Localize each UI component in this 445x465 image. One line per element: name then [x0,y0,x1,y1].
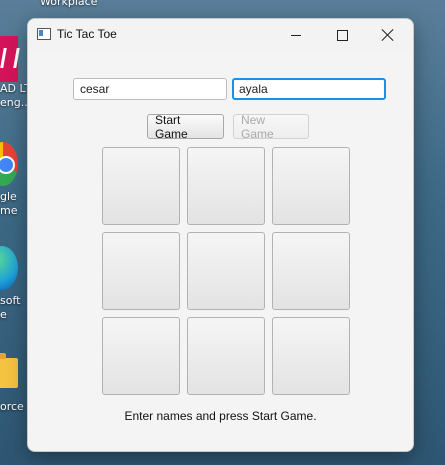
player2-name-input[interactable] [232,78,386,100]
chrome-icon[interactable] [0,142,18,186]
desktop-label-gle: gle [0,190,17,203]
desktop-label-me: me [0,204,18,217]
status-message: Enter names and press Start Game. [124,409,317,423]
maximize-icon [336,29,348,41]
board-cell-0[interactable] [102,147,180,225]
tic-tac-toe-window: Tic Tac Toe Start Game New Game Enter na… [27,18,414,452]
new-game-button[interactable]: New Game [233,113,309,141]
app-window-icon [37,28,51,40]
window-title: Tic Tac Toe [57,27,117,41]
board-cell-4[interactable] [187,232,265,310]
board-cell-6[interactable] [102,317,180,395]
minimize-icon [291,34,301,36]
board-cell-1[interactable] [187,147,265,225]
close-button[interactable] [365,19,411,51]
folder-icon[interactable] [0,353,18,388]
desktop-label-e: e [0,308,7,321]
board-cell-5[interactable] [272,232,350,310]
board-cell-8[interactable] [272,317,350,395]
player1-name-input[interactable] [73,78,227,100]
desktop-label-workplace: Workplace [40,0,98,8]
desktop-label-soft: soft [0,294,21,307]
close-icon [382,29,394,41]
app-shortcut-icon[interactable] [0,36,18,82]
desktop-label-orce: orce [0,400,24,413]
title-bar[interactable]: Tic Tac Toe [28,19,413,51]
edge-icon[interactable] [0,246,18,290]
start-game-button[interactable]: Start Game [147,113,224,141]
board-cell-2[interactable] [272,147,350,225]
board-cell-3[interactable] [102,232,180,310]
maximize-button[interactable] [319,19,365,51]
board-cell-7[interactable] [187,317,265,395]
minimize-button[interactable] [273,19,319,51]
